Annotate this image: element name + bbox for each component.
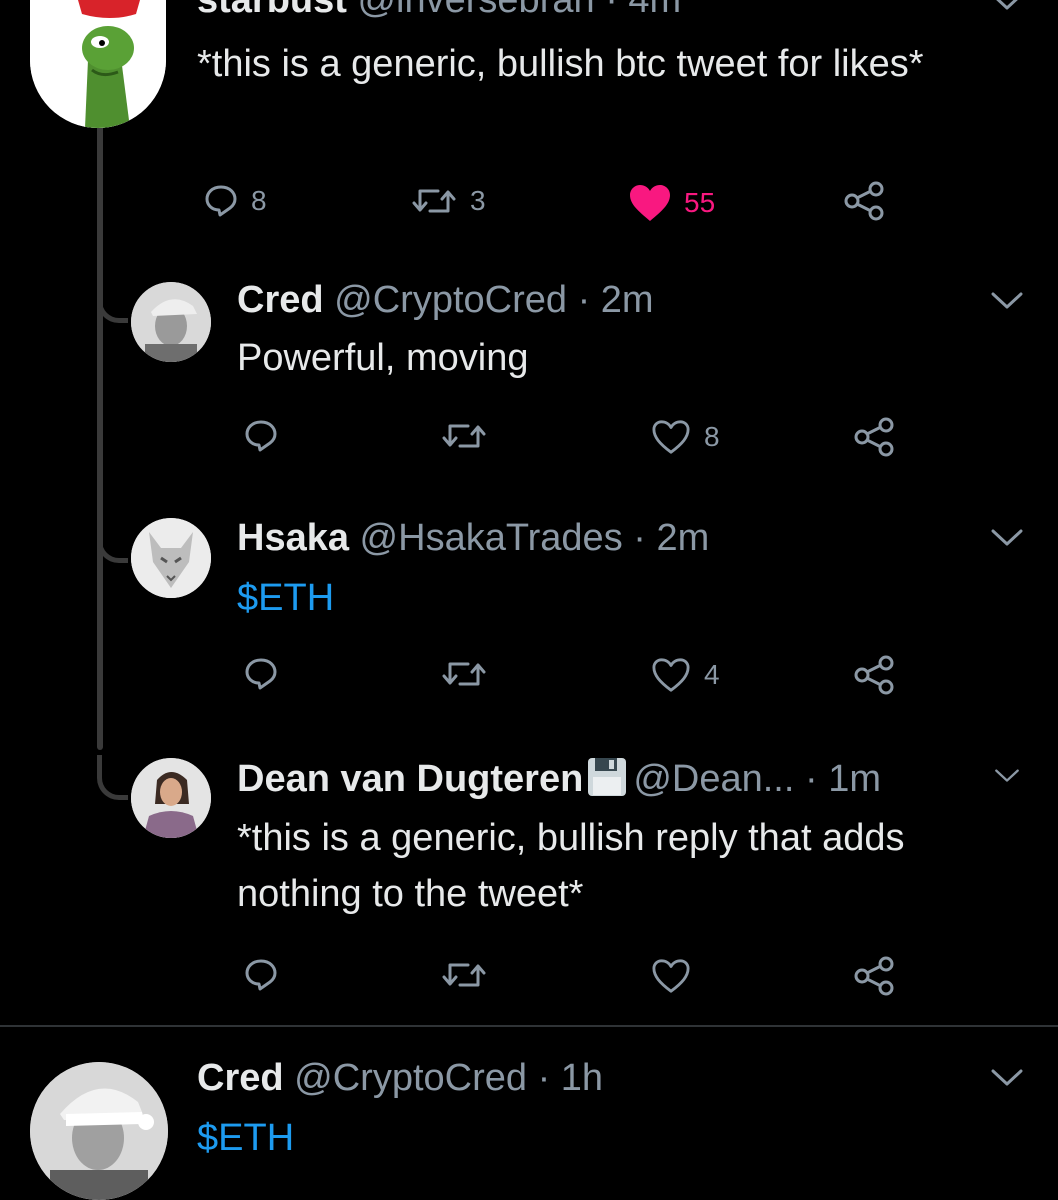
author-handle[interactable]: @Dean... <box>633 758 794 800</box>
chevron-down-icon[interactable] <box>990 528 1024 548</box>
tweet-header: Cred @CryptoCred · 1h <box>197 1056 603 1100</box>
separator: · <box>605 0 618 21</box>
chevron-down-icon[interactable] <box>990 0 1024 12</box>
tweet-header: Hsaka @HsakaTrades · 2m <box>237 516 709 560</box>
avatar-dean[interactable] <box>131 758 211 838</box>
share-button[interactable] <box>853 655 897 695</box>
floppy-disk-emoji <box>588 758 627 796</box>
heart-filled-icon <box>630 185 670 221</box>
retweet-count: 3 <box>470 185 486 216</box>
retweet-icon <box>442 662 486 686</box>
heart-icon <box>652 658 690 692</box>
like-count: 55 <box>684 187 716 218</box>
share-button[interactable] <box>853 417 897 457</box>
retweet-icon <box>442 963 486 987</box>
like-button[interactable]: 4 <box>650 656 720 694</box>
author-name[interactable]: Dean van Dugteren <box>237 758 583 800</box>
avatar-cred-large[interactable] <box>30 1062 168 1200</box>
retweet-icon <box>412 189 456 213</box>
retweet-icon <box>442 424 486 448</box>
tweet-header: Cred @CryptoCred · 2m <box>237 278 654 322</box>
timestamp[interactable]: 2m <box>656 517 709 559</box>
heart-icon <box>652 959 690 993</box>
like-count: 4 <box>704 659 720 690</box>
author-handle[interactable]: @CryptoCred <box>294 1057 527 1099</box>
like-button[interactable]: 8 <box>650 418 720 456</box>
like-button[interactable]: 55 <box>628 183 715 223</box>
cred-avatar-icon <box>131 282 211 362</box>
reply-button[interactable] <box>243 656 291 692</box>
cred-avatar-icon <box>30 1062 168 1200</box>
separator: · <box>537 1057 551 1099</box>
share-button[interactable] <box>853 956 897 996</box>
author-handle[interactable]: @CryptoCred <box>334 279 567 321</box>
reply-icon <box>245 959 277 991</box>
separator: · <box>633 517 646 559</box>
chevron-down-icon[interactable] <box>994 768 1020 784</box>
chevron-down-icon[interactable] <box>990 291 1024 311</box>
share-icon <box>854 956 894 996</box>
tweet-text: *this is a generic, bullish reply that a… <box>237 817 905 915</box>
tweet-header: starbust @inversebran · 4m <box>197 0 681 22</box>
reply-count: 8 <box>251 185 267 216</box>
wolf-avatar-icon <box>131 518 211 598</box>
reply-icon <box>205 185 237 217</box>
reply-icon <box>245 658 277 690</box>
reply-button[interactable]: 8 <box>203 183 267 219</box>
tweet-header: Dean van Dugteren @Dean... · 1m <box>237 757 881 801</box>
tweet-text-cashtag[interactable]: $ETH <box>237 570 997 626</box>
tweet-text: *this is a generic, bullish btc tweet fo… <box>197 43 924 85</box>
retweet-button[interactable] <box>440 418 500 454</box>
author-name[interactable]: Cred <box>197 1057 284 1099</box>
avatar-starbust[interactable] <box>30 0 166 128</box>
author-handle[interactable]: @inversebran <box>357 0 594 21</box>
timestamp[interactable]: 1m <box>828 758 881 800</box>
thread-branch-3 <box>97 755 128 800</box>
author-name[interactable]: Cred <box>237 279 324 321</box>
author-name[interactable]: Hsaka <box>237 517 349 559</box>
separator: · <box>804 758 818 800</box>
timestamp[interactable]: 4m <box>628 0 681 21</box>
retweet-button[interactable] <box>440 656 500 692</box>
heart-icon <box>652 420 690 454</box>
like-count: 8 <box>704 421 720 452</box>
avatar-hsaka[interactable] <box>131 518 211 598</box>
dean-avatar-icon <box>131 758 211 838</box>
reply-button[interactable] <box>243 957 291 993</box>
separator: · <box>577 279 591 321</box>
retweet-button[interactable] <box>440 957 500 993</box>
tweet-text: Powerful, moving <box>237 337 529 379</box>
author-handle[interactable]: @HsakaTrades <box>360 517 623 559</box>
share-icon <box>854 417 894 457</box>
avatar-cred[interactable] <box>131 282 211 362</box>
chevron-down-icon[interactable] <box>990 1068 1024 1088</box>
thread-connector-line <box>97 125 103 750</box>
reply-icon <box>245 420 277 452</box>
share-button[interactable] <box>843 181 887 221</box>
author-name[interactable]: starbust <box>197 0 347 21</box>
tweet-text-cashtag[interactable]: $ETH <box>197 1110 997 1166</box>
share-icon <box>844 181 884 221</box>
tweet-divider <box>0 1025 1058 1027</box>
retweet-button[interactable]: 3 <box>410 183 486 219</box>
like-button[interactable] <box>650 957 704 995</box>
reply-button[interactable] <box>243 418 291 454</box>
timestamp[interactable]: 1h <box>561 1057 603 1099</box>
share-icon <box>854 655 894 695</box>
pepe-avatar-icon <box>30 0 166 128</box>
timestamp[interactable]: 2m <box>601 279 654 321</box>
